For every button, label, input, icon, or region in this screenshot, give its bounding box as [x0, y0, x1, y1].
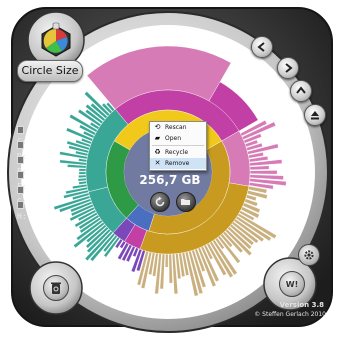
recycle-bin-icon — [51, 282, 61, 294]
drive-icon — [17, 141, 24, 149]
open-folder-button[interactable] — [176, 192, 196, 212]
spinning-pie-logo-icon — [41, 22, 71, 57]
context-menu-remove[interactable]: ✕ Remove — [150, 158, 206, 169]
arrow-up-icon — [296, 86, 306, 94]
folder-open-icon: ▰ — [154, 134, 161, 142]
drive-icon — [17, 201, 24, 209]
version-label: Version 3.8 — [279, 301, 324, 309]
drive-item[interactable]: H: — [17, 200, 33, 221]
recycle-bin-button[interactable] — [43, 275, 69, 301]
folder-open-icon — [181, 199, 190, 205]
arrow-left-icon — [257, 42, 265, 52]
drive-item[interactable]: D: — [17, 140, 33, 161]
context-menu: ⟲ Rescan ▰ Open ♻ Recycle ✕ Remove — [149, 121, 207, 171]
total-size-label: 256,7 GB — [139, 173, 201, 187]
drive-item[interactable]: E: — [17, 155, 33, 176]
drive-letter: H: — [17, 212, 27, 221]
context-menu-label: Recycle — [165, 149, 189, 156]
forward-button[interactable] — [277, 57, 299, 79]
context-menu-separator — [152, 145, 204, 146]
gear-icon — [304, 250, 314, 260]
rescan-icon: ⟲ — [154, 123, 161, 131]
circle-size-button[interactable]: Circle Size — [17, 60, 83, 82]
back-button[interactable] — [251, 36, 273, 58]
drive-item[interactable]: G: — [17, 185, 33, 206]
context-menu-rescan[interactable]: ⟲ Rescan — [150, 122, 206, 133]
context-menu-label: Remove — [165, 160, 190, 167]
eject-button[interactable] — [304, 104, 326, 126]
sunburst-fringe[interactable] — [249, 170, 278, 175]
rescan-button[interactable] — [150, 192, 170, 212]
sunburst-fringe[interactable] — [78, 171, 87, 175]
settings-button[interactable] — [298, 244, 320, 266]
drive-item[interactable]: C: — [17, 125, 33, 146]
sunburst-fringe[interactable] — [164, 253, 169, 268]
rescan-icon — [155, 196, 165, 207]
remove-x-icon: ✕ — [154, 159, 161, 167]
drive-icon — [17, 156, 24, 164]
context-menu-recycle[interactable]: ♻ Recycle — [150, 147, 206, 158]
drive-list: C: D: E: F: G: H: — [17, 125, 35, 221]
drive-icon — [17, 186, 24, 194]
context-menu-open[interactable]: ▰ Open — [150, 133, 206, 144]
up-button[interactable] — [290, 80, 312, 102]
drive-item[interactable]: F: — [17, 170, 33, 191]
recycle-bin-icon: ♻ — [154, 148, 161, 156]
copyright-label: © Steffen Gerlach 2010 — [254, 311, 326, 318]
sunburst-fringe[interactable] — [78, 168, 87, 172]
context-menu-label: Rescan — [165, 124, 187, 131]
drive-icon — [17, 171, 24, 179]
arrow-right-icon — [285, 63, 293, 73]
sunburst-fringe[interactable] — [78, 174, 87, 179]
app-logo — [36, 22, 76, 60]
drive-icon — [17, 126, 24, 134]
context-menu-label: Open — [165, 135, 182, 142]
brand-button[interactable]: W! — [279, 271, 305, 297]
eject-icon — [311, 111, 319, 120]
